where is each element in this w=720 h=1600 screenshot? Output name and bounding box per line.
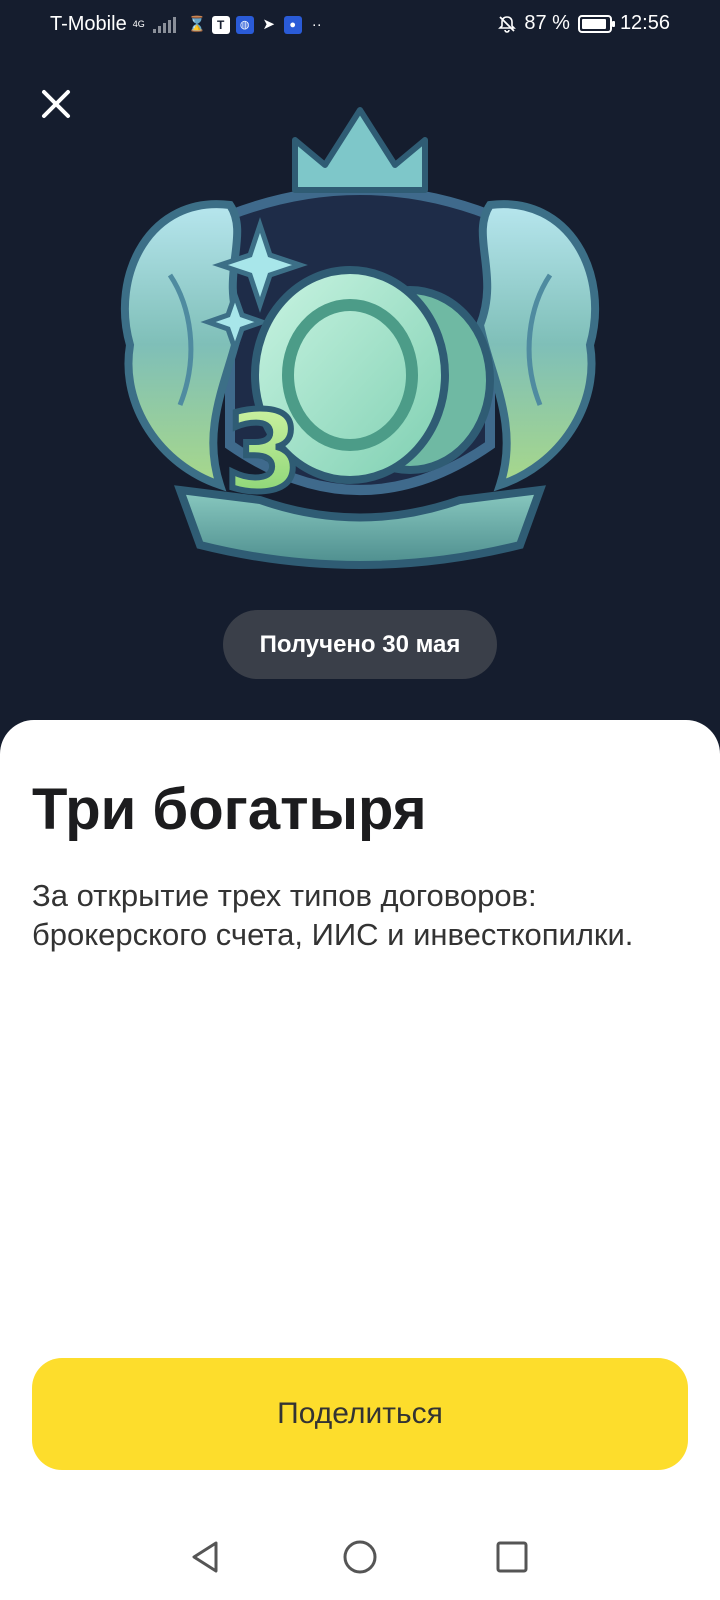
share-button[interactable]: Поделиться bbox=[32, 1358, 688, 1470]
system-navigation-bar bbox=[0, 1515, 720, 1600]
carrier-name: T-Mobile bbox=[50, 13, 127, 35]
home-icon bbox=[343, 1540, 377, 1574]
achievement-description: За открытие трех типов договоров: брокер… bbox=[32, 878, 634, 952]
clock: 12:56 bbox=[619, 12, 670, 34]
network-type: 4G bbox=[132, 19, 145, 29]
telegram-icon: ➤ bbox=[262, 15, 275, 33]
recents-icon bbox=[496, 1541, 528, 1573]
three-coins-badge-icon: 3 bbox=[120, 107, 600, 569]
more-dots-icon: ·· bbox=[311, 15, 322, 33]
achievement-title: Три богатыря bbox=[32, 777, 427, 842]
recents-button[interactable] bbox=[490, 1535, 534, 1579]
status-bar: T-Mobile 4G ⌛ T ◍ ➤ ● ·· 87 % 12:56 bbox=[0, 0, 720, 50]
status-right: 87 % 12:56 bbox=[498, 12, 670, 35]
battery-icon bbox=[577, 14, 615, 33]
status-left: T-Mobile 4G ⌛ T ◍ ➤ ● ·· bbox=[50, 13, 326, 36]
browser-icon: ● bbox=[283, 15, 302, 34]
back-button[interactable] bbox=[184, 1535, 228, 1579]
mute-bell-icon bbox=[498, 15, 517, 33]
close-icon bbox=[42, 90, 70, 118]
home-button[interactable] bbox=[338, 1535, 382, 1579]
vpn-icon: ◍ bbox=[235, 15, 254, 34]
battery-percent: 87 % bbox=[524, 12, 570, 34]
back-icon bbox=[192, 1541, 218, 1573]
hourglass-icon: ⌛ bbox=[187, 15, 207, 33]
achievement-badge: 3 bbox=[110, 105, 610, 590]
signal-icon bbox=[152, 16, 176, 33]
close-button[interactable] bbox=[36, 84, 76, 124]
tinkoff-icon: T bbox=[211, 15, 230, 34]
received-date-badge: Получено 30 мая bbox=[223, 610, 497, 679]
